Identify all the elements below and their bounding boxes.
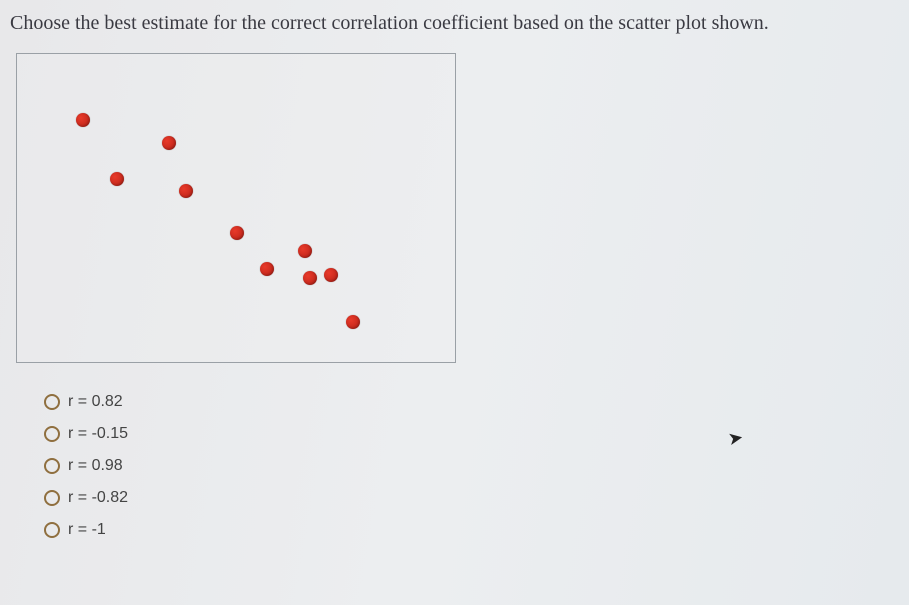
scatter-point bbox=[110, 172, 124, 186]
radio-icon[interactable] bbox=[44, 426, 60, 442]
radio-icon[interactable] bbox=[44, 490, 60, 506]
radio-icon[interactable] bbox=[44, 522, 60, 538]
option-row[interactable]: r = 0.82 bbox=[44, 393, 899, 411]
scatter-point bbox=[162, 136, 176, 150]
answer-options: r = 0.82 r = -0.15 r = 0.98 r = -0.82 r … bbox=[44, 393, 899, 539]
option-row[interactable]: r = -0.82 bbox=[44, 489, 899, 507]
scatter-point bbox=[179, 184, 193, 198]
option-label: r = -0.82 bbox=[68, 489, 128, 507]
scatter-point bbox=[230, 226, 244, 240]
option-row[interactable]: r = 0.98 bbox=[44, 457, 899, 475]
option-label: r = 0.98 bbox=[68, 457, 123, 475]
option-label: r = -1 bbox=[68, 521, 106, 539]
option-label: r = -0.15 bbox=[68, 425, 128, 443]
radio-icon[interactable] bbox=[44, 394, 60, 410]
scatter-point bbox=[298, 244, 312, 258]
option-row[interactable]: r = -1 bbox=[44, 521, 899, 539]
radio-icon[interactable] bbox=[44, 458, 60, 474]
scatter-point bbox=[76, 113, 90, 127]
option-row[interactable]: r = -0.15 bbox=[44, 425, 899, 443]
scatter-point bbox=[303, 271, 317, 285]
question-text: Choose the best estimate for the correct… bbox=[10, 12, 899, 35]
scatter-point bbox=[346, 315, 360, 329]
scatter-point bbox=[324, 268, 338, 282]
scatter-point bbox=[260, 262, 274, 276]
option-label: r = 0.82 bbox=[68, 393, 123, 411]
scatter-plot-frame bbox=[16, 53, 456, 363]
